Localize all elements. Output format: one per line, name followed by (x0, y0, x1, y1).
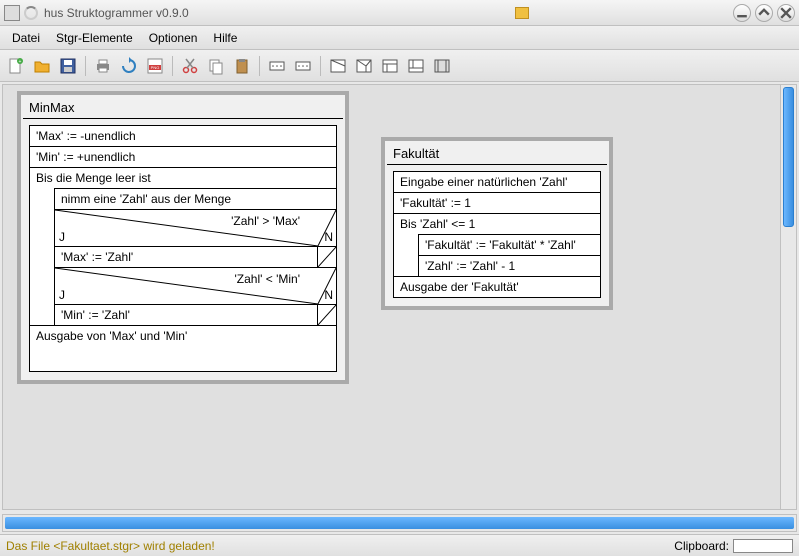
element-sub-button[interactable] (430, 54, 454, 78)
folder-open-icon (33, 57, 51, 75)
close-button[interactable] (777, 4, 795, 22)
scissors-icon (181, 57, 199, 75)
empty-branch-icon (318, 305, 336, 325)
sg-loop-head: Bis die Menge leer ist (30, 168, 336, 188)
refresh-button[interactable] (117, 54, 141, 78)
menubar: Datei Stgr-Elemente Optionen Hilfe (0, 26, 799, 50)
paste-button[interactable] (230, 54, 254, 78)
cond-text: 'Zahl' > 'Max' (231, 214, 300, 228)
refresh-icon (120, 57, 138, 75)
toolbar-separator (172, 56, 173, 76)
sg-loop[interactable]: Bis 'Zahl' <= 1 'Fakultät' := 'Fakultät'… (394, 214, 600, 277)
sg-body: 'Max' := -unendlich 'Min' := +unendlich … (29, 125, 337, 372)
sg-statement[interactable]: 'Fakultät' := 1 (394, 193, 600, 214)
canvas[interactable]: MinMax 'Max' := -unendlich 'Min' := +une… (2, 84, 797, 510)
cut-button[interactable] (178, 54, 202, 78)
element-sequence-button[interactable] (265, 54, 289, 78)
empty-branch-icon (318, 247, 336, 267)
sg-loop[interactable]: Bis die Menge leer ist nimm eine 'Zahl' … (30, 168, 336, 326)
copy-icon (207, 57, 225, 75)
menu-file[interactable]: Datei (4, 29, 48, 47)
print-button[interactable] (91, 54, 115, 78)
cond-text: 'Zahl' < 'Min' (234, 272, 300, 286)
struktogram-fakultaet[interactable]: Fakultät Eingabe einer natürlichen 'Zahl… (381, 137, 613, 310)
toolbar-separator (85, 56, 86, 76)
svg-text:+: + (19, 59, 22, 65)
sg-statement[interactable]: 'Zahl' := 'Zahl' - 1 (419, 256, 600, 276)
open-button[interactable] (30, 54, 54, 78)
minimize-button[interactable] (733, 4, 751, 22)
sg-statement[interactable]: Ausgabe der 'Fakultät' (394, 277, 600, 297)
dash-icon (734, 4, 750, 22)
maximize-button[interactable] (755, 4, 773, 22)
menu-options[interactable]: Optionen (141, 29, 206, 47)
loading-spinner-icon (24, 6, 38, 20)
element-case1-button[interactable] (326, 54, 350, 78)
clipboard-label: Clipboard: (674, 539, 729, 553)
menu-elements[interactable]: Stgr-Elemente (48, 29, 141, 47)
sg-title: Fakultät (387, 143, 607, 165)
case2-icon (355, 57, 373, 75)
new-button[interactable]: + (4, 54, 28, 78)
menu-help[interactable]: Hilfe (205, 29, 245, 47)
cond-j: J (59, 288, 65, 302)
element-case2-button[interactable] (352, 54, 376, 78)
element-loop2-button[interactable] (404, 54, 428, 78)
cond-n: N (324, 288, 333, 302)
floppy-icon (59, 57, 77, 75)
sg-loop-head: Bis 'Zahl' <= 1 (394, 214, 600, 234)
struktogram-minmax[interactable]: MinMax 'Max' := -unendlich 'Min' := +une… (17, 91, 349, 384)
folder-mini-icon (515, 7, 529, 19)
statusbar: Das File <Fakultaet.stgr> wird geladen! … (0, 534, 799, 556)
window-title: hus Struktogrammer v0.9.0 (44, 6, 515, 20)
sg-statement[interactable]: Ausgabe von 'Max' und 'Min' (30, 326, 336, 371)
status-message: Das File <Fakultaet.stgr> wird geladen! (6, 539, 674, 553)
cond-n: N (324, 230, 333, 244)
save-button[interactable] (56, 54, 80, 78)
element-block-button[interactable] (291, 54, 315, 78)
app-icon (4, 5, 20, 21)
svg-text:PNG: PNG (151, 65, 160, 70)
titlebar: hus Struktogrammer v0.9.0 (0, 0, 799, 26)
sg-statement[interactable]: Eingabe einer natürlichen 'Zahl' (394, 172, 600, 193)
sg-statement[interactable]: 'Fakultät' := 'Fakultät' * 'Zahl' (419, 234, 600, 256)
close-icon (778, 4, 794, 22)
toolbar-separator (259, 56, 260, 76)
progress-bar (5, 517, 794, 529)
progress-bar-container (2, 514, 797, 532)
clipboard-icon (233, 57, 251, 75)
loop-foot-icon (407, 57, 425, 75)
sg-title: MinMax (23, 97, 343, 119)
element-loop1-button[interactable] (378, 54, 402, 78)
new-file-icon: + (7, 57, 25, 75)
vertical-scrollbar[interactable] (780, 85, 796, 509)
toolbar: + PNG (0, 50, 799, 82)
sg-statement[interactable]: 'Min' := 'Zahl' (55, 305, 317, 325)
sg-statement[interactable]: 'Max' := 'Zahl' (55, 247, 317, 267)
printer-icon (94, 57, 112, 75)
sg-condition[interactable]: 'Zahl' < 'Min' J N 'Min' := 'Zahl' (55, 268, 336, 325)
loop-head-icon (381, 57, 399, 75)
subroutine-icon (433, 57, 451, 75)
scrollbar-thumb[interactable] (783, 87, 794, 227)
sg-statement[interactable]: 'Min' := +unendlich (30, 147, 336, 168)
sequence-icon (268, 57, 286, 75)
clipboard-section: Clipboard: (674, 539, 793, 553)
clipboard-preview (733, 539, 793, 553)
sg-condition[interactable]: 'Zahl' > 'Max' J N 'Max' := 'Zahl' (55, 210, 336, 268)
export-png-button[interactable]: PNG (143, 54, 167, 78)
case-icon (329, 57, 347, 75)
copy-button[interactable] (204, 54, 228, 78)
sg-statement[interactable]: 'Max' := -unendlich (30, 126, 336, 147)
sg-statement[interactable]: nimm eine 'Zahl' aus der Menge (55, 188, 336, 210)
cond-j: J (59, 230, 65, 244)
png-icon: PNG (146, 57, 164, 75)
chevron-up-icon (756, 4, 772, 22)
toolbar-separator (320, 56, 321, 76)
block-icon (294, 57, 312, 75)
sg-body: Eingabe einer natürlichen 'Zahl' 'Fakult… (393, 171, 601, 298)
